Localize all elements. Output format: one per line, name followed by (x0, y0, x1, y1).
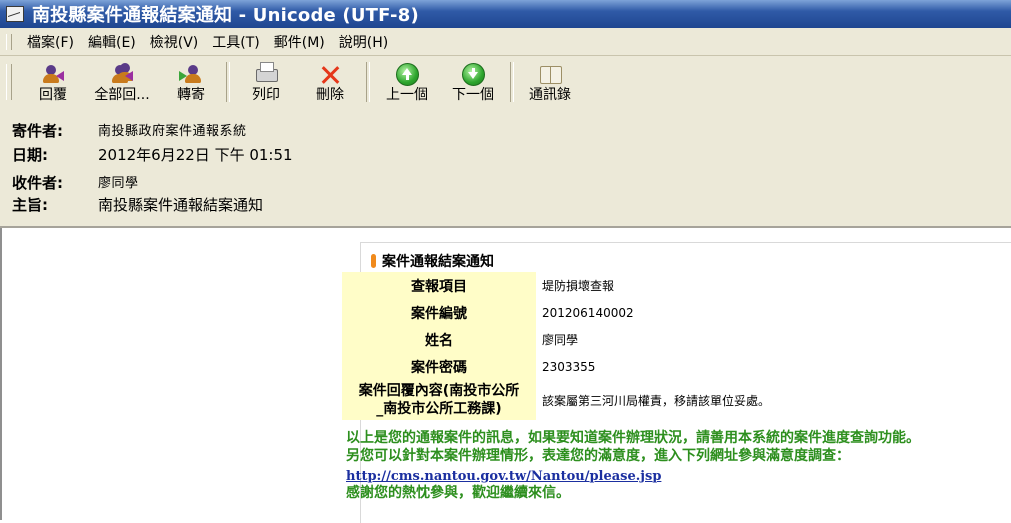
row-label: 查報項目 (342, 272, 536, 299)
panel-title-text: 案件通報結案通知 (382, 254, 494, 270)
case-info-table: 查報項目 堤防損壞查報 案件編號 201206140002 姓名 廖同學 案件密… (342, 272, 1002, 420)
envelope-icon (6, 6, 24, 22)
printer-icon (254, 62, 278, 82)
menu-view[interactable]: 檢視(V) (143, 32, 206, 52)
subject-label: 主旨: (12, 196, 48, 214)
next-button[interactable]: 下一個 (440, 60, 506, 104)
message-line-2: 另您可以針對本案件辦理情形，表達您的滿意度，進入下列網址參與滿意度調查： (346, 448, 850, 464)
address-book-icon (538, 63, 562, 84)
window-title: 南投縣案件通報結案通知 - Unicode (UTF-8) (32, 5, 419, 26)
thanks-message: 感謝您的熱忱參與，歡迎繼續來信。 (346, 485, 570, 501)
menu-grip[interactable] (6, 33, 12, 50)
print-button[interactable]: 列印 (234, 60, 298, 104)
toolbar-separator (226, 62, 230, 102)
row-label: 案件編號 (342, 299, 536, 326)
row-label-line1: 案件回覆內容(南投市公所 (358, 383, 520, 399)
toolbar: 回覆 全部回... 轉寄 列印 刪除 上一個 下一個 通訊錄 (0, 56, 1011, 109)
table-row: 案件密碼 2303355 (342, 353, 1002, 380)
from-value: 南投縣政府案件通報系統 (98, 124, 247, 139)
row-label: 案件回覆內容(南投市公所 _南投市公所工務課) (342, 380, 536, 420)
delete-icon (318, 63, 342, 79)
previous-button[interactable]: 上一個 (374, 60, 440, 104)
table-row: 案件編號 201206140002 (342, 299, 1002, 326)
to-row: 收件者: 廖同學 (12, 172, 139, 193)
menu-message[interactable]: 郵件(M) (267, 32, 332, 52)
row-label-line2: _南投市公所工務課) (376, 401, 502, 417)
up-arrow-icon (395, 63, 419, 86)
message-line-1: 以上是您的通報案件的訊息，如果要知道案件辦理狀況，請善用本系統的案件進度查詢功能… (346, 430, 920, 446)
to-label: 收件者: (12, 174, 63, 192)
date-row: 日期: 2012年6月22日 下午 01:51 (12, 144, 293, 165)
row-value: 2303355 (542, 359, 596, 374)
subject-value: 南投縣案件通報結案通知 (98, 196, 264, 214)
down-arrow-icon (461, 63, 485, 86)
row-value: 201206140002 (542, 305, 634, 320)
forward-icon (179, 63, 203, 83)
notice-message: 以上是您的通報案件的訊息，如果要知道案件辦理狀況，請善用本系統的案件進度查詢功能… (346, 429, 920, 465)
subject-row: 主旨: 南投縣案件通報結案通知 (12, 194, 263, 215)
row-value: 廖同學 (542, 333, 579, 347)
bullet-icon (371, 254, 376, 268)
toolbar-separator (510, 62, 514, 102)
to-value: 廖同學 (98, 176, 139, 191)
table-row: 姓名 廖同學 (342, 326, 1002, 353)
panel-title: 案件通報結案通知 (371, 251, 494, 271)
delete-button[interactable]: 刪除 (298, 60, 362, 104)
menu-help[interactable]: 說明(H) (332, 32, 395, 52)
message-body[interactable]: 案件通報結案通知 查報項目 堤防損壞查報 案件編號 201206140002 姓… (0, 228, 1011, 523)
reply-all-icon (110, 63, 134, 83)
reply-button[interactable]: 回覆 (22, 60, 84, 104)
toolbar-separator (366, 62, 370, 102)
reply-icon (41, 63, 65, 83)
row-value: 堤防損壞查報 (542, 279, 615, 293)
toolbar-grip[interactable] (6, 64, 12, 100)
reply-all-button[interactable]: 全部回... (84, 60, 160, 104)
row-label: 姓名 (342, 326, 536, 353)
menu-file[interactable]: 檔案(F) (20, 32, 81, 52)
date-value: 2012年6月22日 下午 01:51 (98, 146, 293, 164)
table-row: 查報項目 堤防損壞查報 (342, 272, 1002, 299)
window-title-bar: 南投縣案件通報結案通知 - Unicode (UTF-8) (0, 0, 1011, 28)
menu-bar: 檔案(F) 編輯(E) 檢視(V) 工具(T) 郵件(M) 說明(H) (0, 28, 1011, 56)
date-label: 日期: (12, 146, 48, 164)
from-row: 寄件者: 南投縣政府案件通報系統 (12, 120, 247, 141)
from-label: 寄件者: (12, 122, 63, 140)
menu-edit[interactable]: 編輯(E) (81, 32, 143, 52)
forward-button[interactable]: 轉寄 (160, 60, 222, 104)
row-label: 案件密碼 (342, 353, 536, 380)
row-value: 該案屬第三河川局權責，移請該單位妥處。 (542, 393, 771, 408)
menu-tools[interactable]: 工具(T) (205, 32, 266, 52)
message-header: 寄件者: 南投縣政府案件通報系統 日期: 2012年6月22日 下午 01:51… (0, 108, 1011, 228)
address-book-button[interactable]: 通訊錄 (518, 60, 582, 104)
table-row: 案件回覆內容(南投市公所 _南投市公所工務課) 該案屬第三河川局權責，移請該單位… (342, 380, 1002, 420)
